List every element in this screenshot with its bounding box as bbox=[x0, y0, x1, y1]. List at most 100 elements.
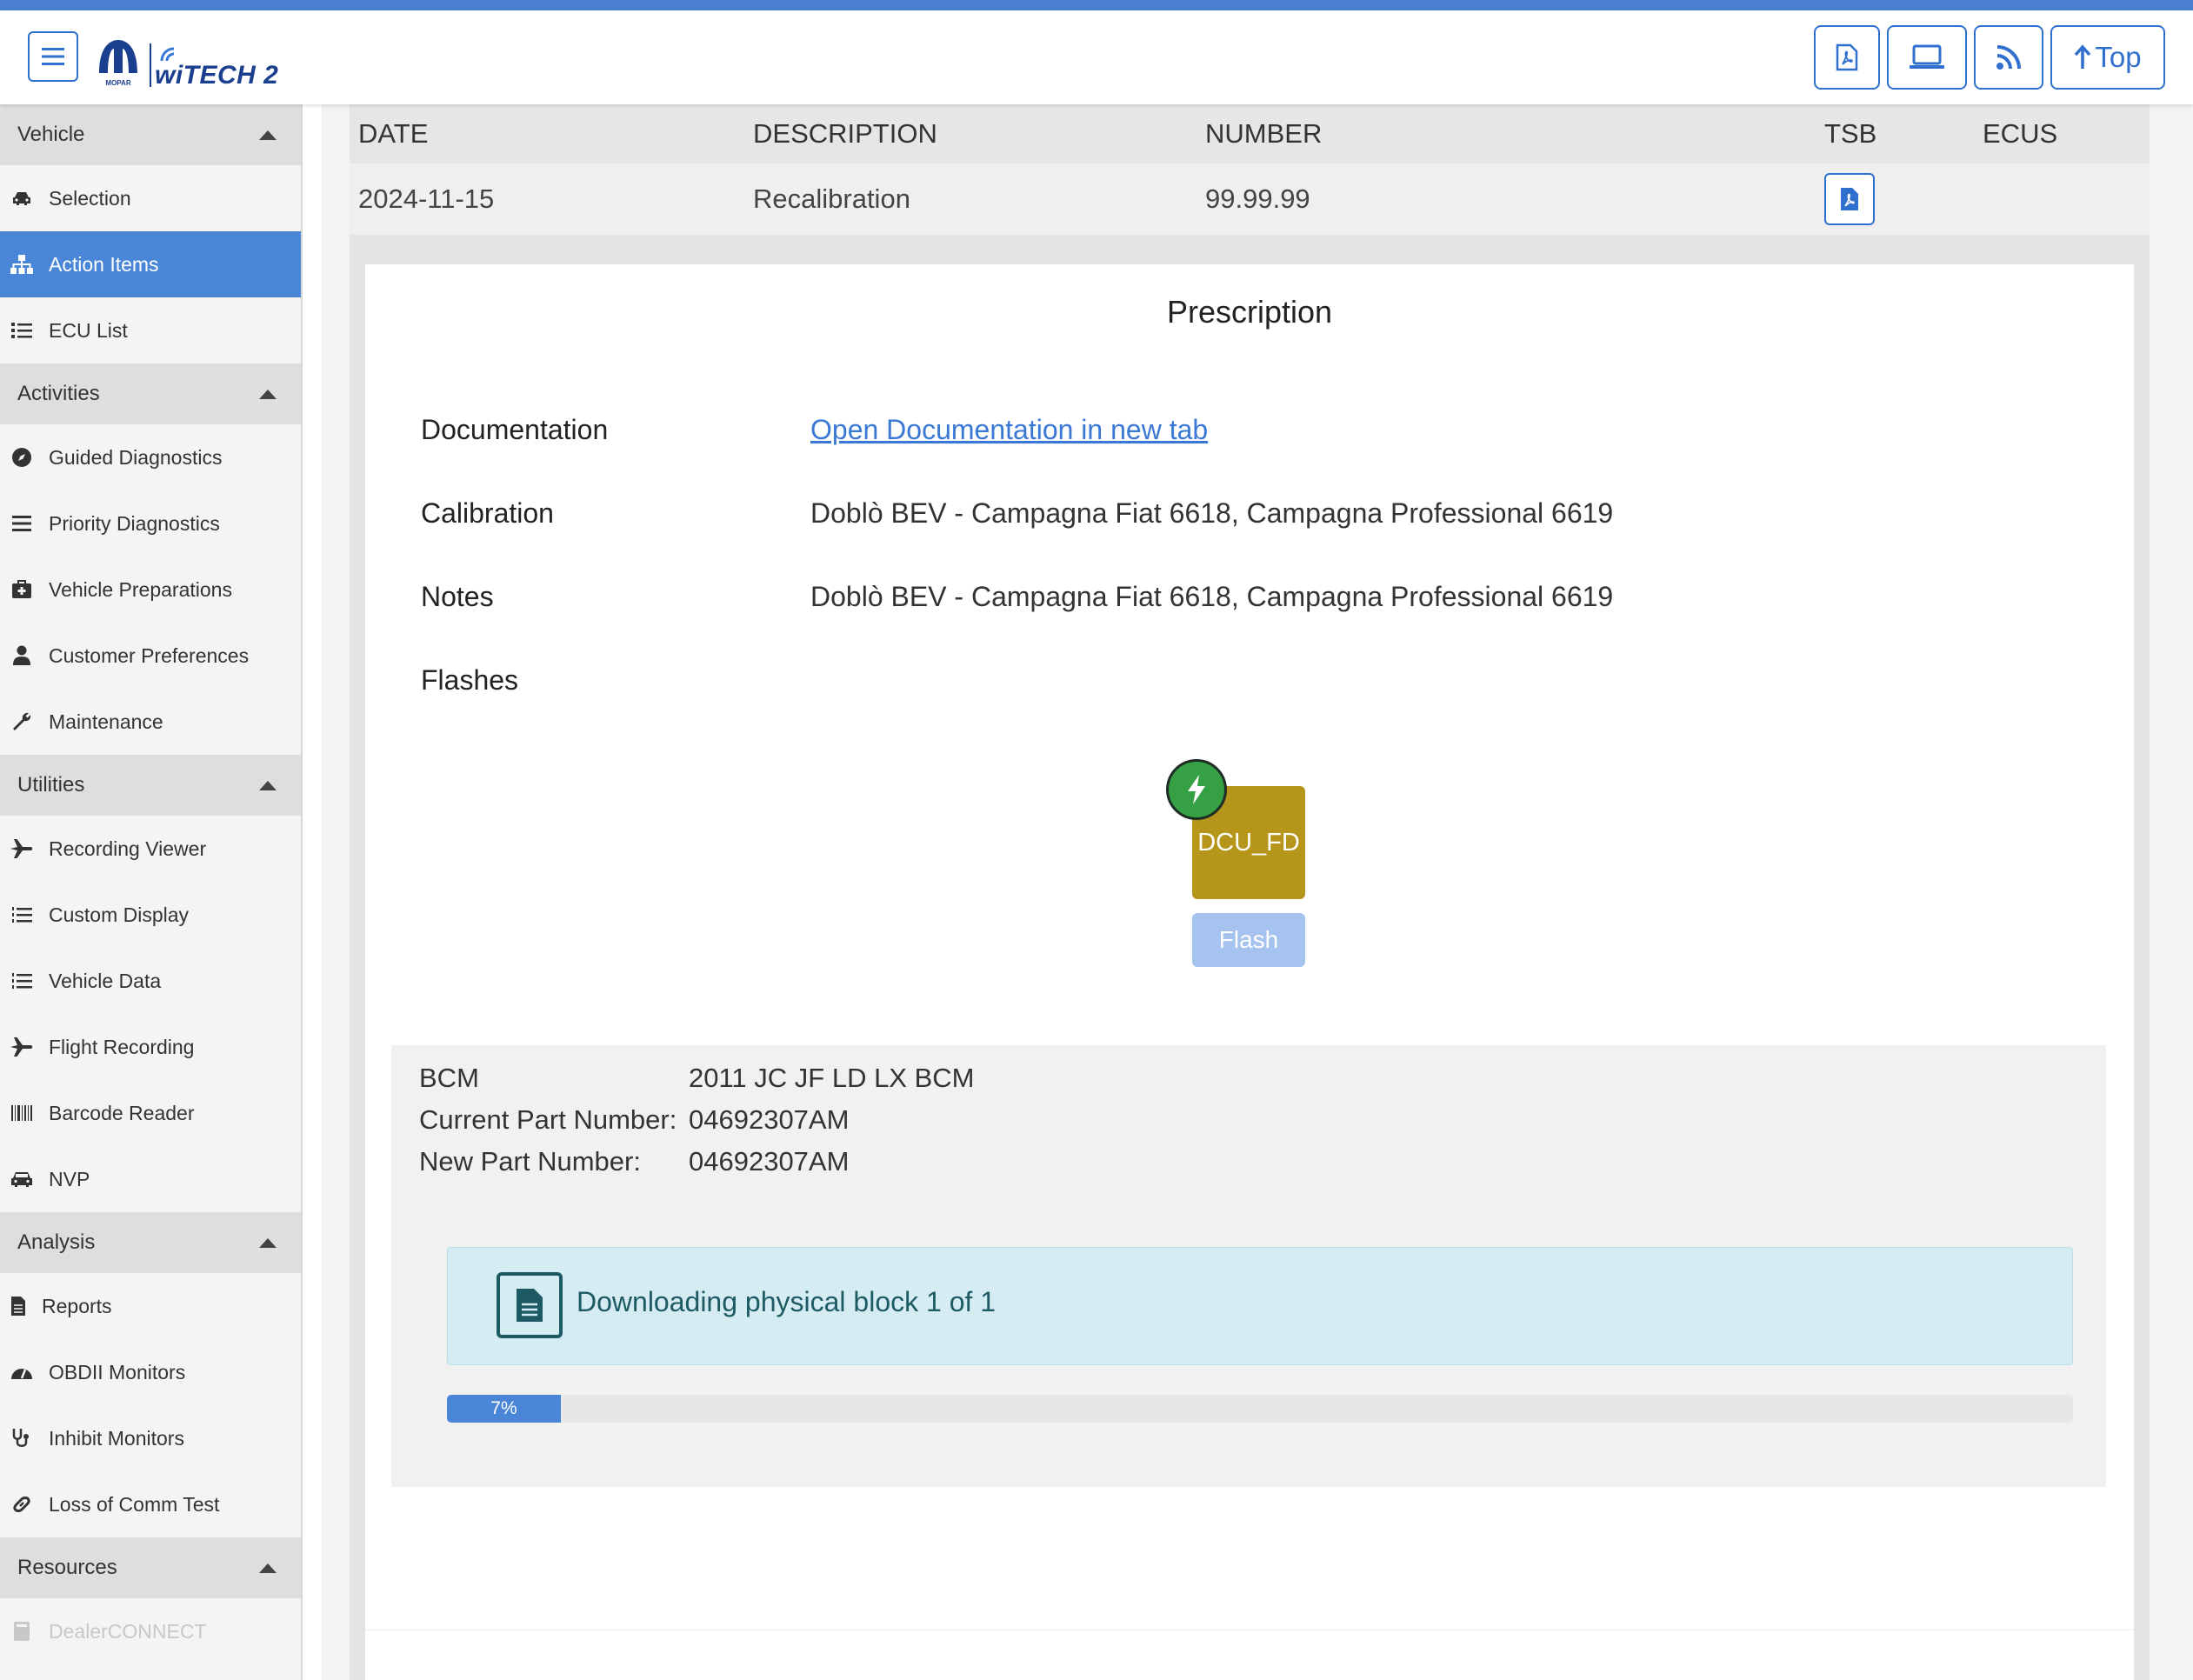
open-documentation-link[interactable]: Open Documentation in new tab bbox=[810, 414, 1208, 445]
sidebar-item-guided-diagnostics[interactable]: Guided Diagnostics bbox=[0, 424, 301, 490]
section-title: Utilities bbox=[17, 773, 85, 797]
sidebar-item-label: Customer Preferences bbox=[49, 643, 250, 667]
sitemap-icon bbox=[9, 251, 35, 277]
wrench-icon bbox=[9, 709, 35, 735]
sidebar-item-selection[interactable]: Selection bbox=[0, 165, 301, 231]
sidebar-item-label: Flight Recording bbox=[49, 1035, 195, 1058]
sidebar-item-vehicle-preparations[interactable]: Vehicle Preparations bbox=[0, 557, 301, 623]
sidebar-item-label: Priority Diagnostics bbox=[49, 511, 220, 535]
sidebar-item-dealerconnect: DealerCONNECT bbox=[0, 1598, 301, 1664]
sidebar-item-maintenance[interactable]: Maintenance bbox=[0, 689, 301, 755]
table-row[interactable]: 2024-11-15 Recalibration 99.99.99 bbox=[350, 163, 2150, 235]
sidebar-section-vehicle[interactable]: Vehicle bbox=[0, 104, 301, 165]
car-icon bbox=[9, 185, 35, 211]
sidebar-item-reports[interactable]: Reports bbox=[0, 1273, 301, 1339]
tsb-pdf-button[interactable] bbox=[1824, 173, 1875, 225]
sidebar-item-flight-recording[interactable]: Flight Recording bbox=[0, 1014, 301, 1080]
prescription-title: Prescription bbox=[1166, 294, 1333, 330]
barcode-icon bbox=[9, 1100, 35, 1126]
calibration-label: Calibration bbox=[421, 497, 554, 529]
documentation-label: Documentation bbox=[421, 414, 609, 445]
sidebar-item-obdii-monitors[interactable]: OBDII Monitors bbox=[0, 1339, 301, 1405]
sidebar-item-customer-preferences[interactable]: Customer Preferences bbox=[0, 623, 301, 689]
flashes-label: Flashes bbox=[421, 664, 519, 696]
scroll-top-button[interactable]: Top bbox=[2050, 25, 2165, 90]
link-icon bbox=[9, 1491, 35, 1517]
sidebar-section-resources[interactable]: Resources bbox=[0, 1537, 301, 1598]
sidebar-item-ecu-list[interactable]: ECU List bbox=[0, 297, 301, 363]
new-part-label: New Part Number: bbox=[419, 1146, 641, 1177]
sidebar-item-nvp[interactable]: NVP bbox=[0, 1146, 301, 1212]
sidebar-item-priority-diagnostics[interactable]: Priority Diagnostics bbox=[0, 490, 301, 557]
laptop-button[interactable] bbox=[1887, 25, 1967, 90]
compass-icon bbox=[9, 444, 35, 470]
rss-button[interactable] bbox=[1974, 25, 2043, 90]
laptop-icon bbox=[1910, 44, 1944, 69]
sidebar-item-label: Guided Diagnostics bbox=[49, 445, 223, 469]
sidebar-section-analysis[interactable]: Analysis bbox=[0, 1212, 301, 1273]
notes-value: Doblò BEV - Campagna Fiat 6618, Campagna… bbox=[810, 581, 1614, 612]
file-icon bbox=[9, 1293, 28, 1319]
notes-label: Notes bbox=[421, 581, 494, 612]
plane-icon bbox=[9, 836, 35, 862]
sidebar-item-label: Maintenance bbox=[49, 710, 163, 733]
progress-label: 7% bbox=[490, 1398, 517, 1418]
sidebar-item-vehicle-data[interactable]: Vehicle Data bbox=[0, 948, 301, 1014]
sidebar-item-loss-of-comm-test[interactable]: Loss of Comm Test bbox=[0, 1471, 301, 1537]
row-description: Recalibration bbox=[753, 183, 910, 214]
pdf-button[interactable] bbox=[1814, 25, 1880, 90]
column-header-description: DESCRIPTION bbox=[753, 118, 937, 149]
witech-logo: wiTECH 2 bbox=[155, 45, 278, 90]
section-title: Analysis bbox=[17, 1230, 96, 1254]
menu-icon bbox=[42, 48, 64, 65]
caret-up-icon bbox=[259, 130, 277, 140]
documentation-value: Open Documentation in new tab bbox=[810, 414, 1208, 446]
sidebar-item-label: Vehicle Preparations bbox=[49, 577, 232, 601]
stethoscope-icon bbox=[9, 1425, 35, 1451]
flash-details-box: BCM 2011 JC JF LD LX BCM Current Part Nu… bbox=[391, 1045, 2106, 1487]
sidebar-item-label: Vehicle Data bbox=[49, 969, 162, 992]
medkit-icon bbox=[9, 577, 35, 603]
scroll-top-label: Top bbox=[2095, 41, 2142, 73]
flash-button[interactable]: Flash bbox=[1192, 913, 1305, 967]
witech-wordmark: wiTECH 2 bbox=[155, 61, 279, 90]
document-icon bbox=[497, 1272, 563, 1338]
download-progress-bar: 7% bbox=[447, 1395, 2073, 1423]
sidebar-item-label: Recording Viewer bbox=[49, 837, 207, 860]
sidebar-item-label: NVP bbox=[49, 1167, 90, 1190]
top-accent-stripe bbox=[0, 0, 2193, 10]
sidebar: Vehicle Selection Action Items ECU List … bbox=[0, 104, 303, 1680]
progress-fill: 7% bbox=[447, 1395, 561, 1423]
section-title: Resources bbox=[17, 1556, 117, 1579]
sidebar-item-label: OBDII Monitors bbox=[49, 1360, 186, 1383]
plane-icon bbox=[9, 1034, 35, 1060]
main-content: DATE DESCRIPTION NUMBER TSB ECUS 2024-11… bbox=[322, 104, 2193, 1680]
user-icon bbox=[9, 643, 35, 669]
sidebar-item-label: Loss of Comm Test bbox=[49, 1492, 220, 1516]
new-part-value: 04692307AM bbox=[689, 1146, 850, 1177]
caret-up-icon bbox=[259, 1238, 277, 1248]
row-date: 2024-11-15 bbox=[358, 183, 495, 214]
list-ol-icon bbox=[9, 968, 35, 994]
column-header-date: DATE bbox=[358, 118, 429, 149]
mopar-wordmark: MOPAR bbox=[105, 79, 130, 87]
sidebar-section-utilities[interactable]: Utilities bbox=[0, 755, 301, 816]
sidebar-item-recording-viewer[interactable]: Recording Viewer bbox=[0, 816, 301, 882]
app-header: MOPAR wiTECH 2 Top bbox=[0, 10, 2193, 104]
calibration-value: Doblò BEV - Campagna Fiat 6618, Campagna… bbox=[810, 497, 1614, 529]
sidebar-item-custom-display[interactable]: Custom Display bbox=[0, 882, 301, 948]
caret-up-icon bbox=[259, 1563, 277, 1573]
sidebar-section-activities[interactable]: Activities bbox=[0, 363, 301, 424]
list-icon bbox=[9, 317, 35, 343]
current-part-value: 04692307AM bbox=[689, 1104, 850, 1135]
pdf-icon bbox=[1841, 188, 1858, 210]
sidebar-item-label: ECU List bbox=[49, 318, 128, 342]
sidebar-item-inhibit-monitors[interactable]: Inhibit Monitors bbox=[0, 1405, 301, 1471]
ecu-name: DCU_FD bbox=[1197, 828, 1300, 857]
current-part-label: Current Part Number: bbox=[419, 1104, 677, 1135]
menu-button[interactable] bbox=[28, 31, 78, 82]
sidebar-item-label: Action Items bbox=[49, 252, 159, 276]
sidebar-item-action-items[interactable]: Action Items bbox=[0, 231, 301, 297]
sidebar-item-barcode-reader[interactable]: Barcode Reader bbox=[0, 1080, 301, 1146]
sidebar-item-label: Barcode Reader bbox=[49, 1101, 195, 1124]
